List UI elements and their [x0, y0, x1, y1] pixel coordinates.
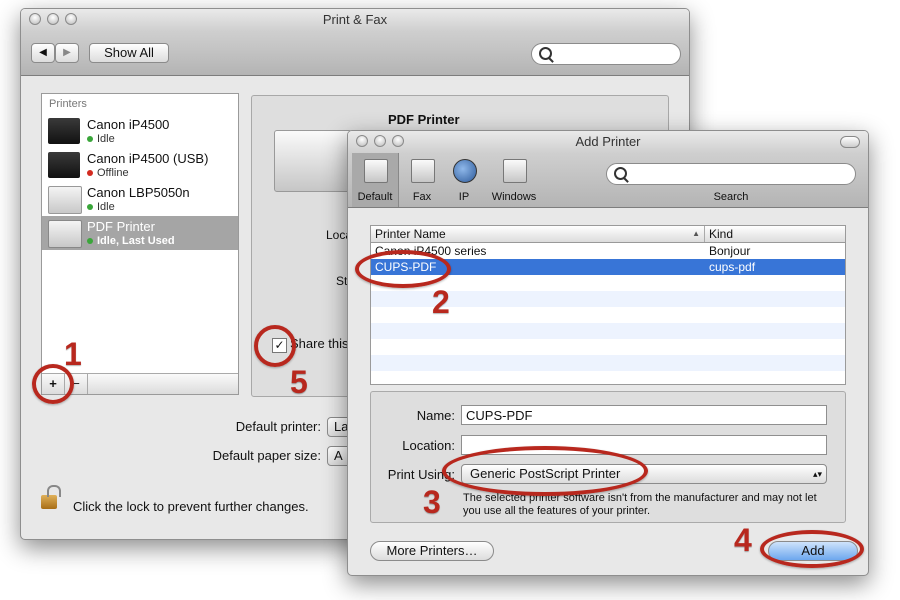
printer-name: PDF Printer: [87, 219, 155, 234]
title-bar: Add Printer: [348, 131, 868, 153]
annotation-circle-4: [760, 530, 864, 568]
annotation-circle-3: [442, 446, 648, 496]
name-label: Name:: [416, 408, 455, 423]
fax-icon: [411, 159, 435, 183]
lock-message: Click the lock to prevent further change…: [73, 499, 309, 514]
driver-warning-text: The selected printer software isn't from…: [463, 492, 817, 517]
printer-name: Canon LBP5050n: [87, 185, 190, 200]
printer-item-selected[interactable]: PDF Printer Idle, Last Used: [42, 216, 238, 250]
annotation-number-1: 1: [64, 336, 82, 372]
popup-arrows-icon: ▴▾: [812, 469, 822, 479]
printer-name: Canon iP4500: [87, 117, 170, 132]
lock-icon[interactable]: [41, 485, 61, 509]
search-icon: [539, 47, 552, 60]
printer-status: Idle: [87, 133, 115, 145]
name-field[interactable]: CUPS-PDF: [461, 405, 827, 425]
detail-title: PDF Printer: [388, 112, 460, 127]
default-printer-icon: [364, 159, 388, 183]
toolbar-toggle-button[interactable]: [840, 136, 860, 148]
zoom-button[interactable]: [392, 135, 404, 147]
minimize-button[interactable]: [47, 13, 59, 25]
window-controls: [29, 13, 77, 25]
default-tab[interactable]: Default: [352, 153, 399, 207]
search-field[interactable]: [531, 43, 681, 65]
show-all-button[interactable]: Show All: [89, 43, 169, 63]
printer-item[interactable]: Canon iP4500 Idle: [42, 114, 238, 148]
forward-button[interactable]: ▶: [55, 43, 79, 63]
printers-header: Printers: [49, 98, 87, 110]
table-header: Printer Name ▲ Kind: [371, 226, 845, 243]
window-controls: [356, 135, 404, 147]
annotation-number-2: 2: [432, 284, 450, 320]
default-printer-label: Default printer:: [235, 419, 321, 434]
column-kind[interactable]: Kind: [709, 226, 733, 242]
close-button[interactable]: [29, 13, 41, 25]
search-field[interactable]: [606, 163, 856, 185]
status-label: St: [336, 274, 348, 288]
windows-tab[interactable]: Windows: [486, 153, 542, 207]
inkjet-printer-icon: [48, 118, 80, 144]
annotation-number-4: 4: [734, 522, 752, 558]
pdf-printer-icon: [48, 220, 82, 248]
annotation-number-5: 5: [290, 364, 308, 400]
printer-large-icon: [274, 130, 352, 192]
search-icon: [614, 167, 627, 180]
ip-tab[interactable]: IP: [444, 153, 484, 207]
minimize-button[interactable]: [374, 135, 386, 147]
annotation-number-3: 3: [423, 484, 441, 520]
search-label: Search: [713, 191, 749, 203]
sort-ascending-icon: ▲: [692, 229, 700, 238]
printer-status: Idle, Last Used: [87, 235, 175, 247]
close-button[interactable]: [356, 135, 368, 147]
inkjet-printer-icon: [48, 152, 80, 178]
printer-name: Canon iP4500 (USB): [87, 151, 209, 166]
printer-status: Offline: [87, 167, 129, 179]
toolbar: ◀ ▶ Show All: [21, 31, 689, 76]
location-label: Location:: [402, 438, 455, 453]
globe-icon: [453, 159, 477, 183]
column-printer-name[interactable]: Printer Name ▲: [371, 226, 705, 242]
default-paper-label: Default paper size:: [212, 448, 321, 463]
title-bar: Print & Fax: [21, 9, 689, 31]
fax-tab[interactable]: Fax: [402, 153, 442, 207]
window-title: Print & Fax: [322, 12, 388, 27]
windows-printer-icon: [503, 159, 527, 183]
window-title: Add Printer: [575, 134, 641, 149]
toolbar: Default Fax IP Windows Search: [348, 153, 868, 208]
printer-item[interactable]: Canon LBP5050n Idle: [42, 182, 238, 216]
annotation-circle-2: [355, 250, 451, 288]
table-row[interactable]: Canon iP4500 series Bonjour: [371, 243, 845, 259]
zoom-button[interactable]: [65, 13, 77, 25]
share-label: Share this: [290, 336, 349, 351]
printer-item[interactable]: Canon iP4500 (USB) Offline: [42, 148, 238, 182]
printer-status: Idle: [87, 201, 115, 213]
more-printers-button[interactable]: More Printers…: [370, 541, 494, 561]
laser-printer-icon: [48, 186, 82, 214]
annotation-circle-5: [254, 325, 296, 367]
back-button[interactable]: ◀: [31, 43, 55, 63]
